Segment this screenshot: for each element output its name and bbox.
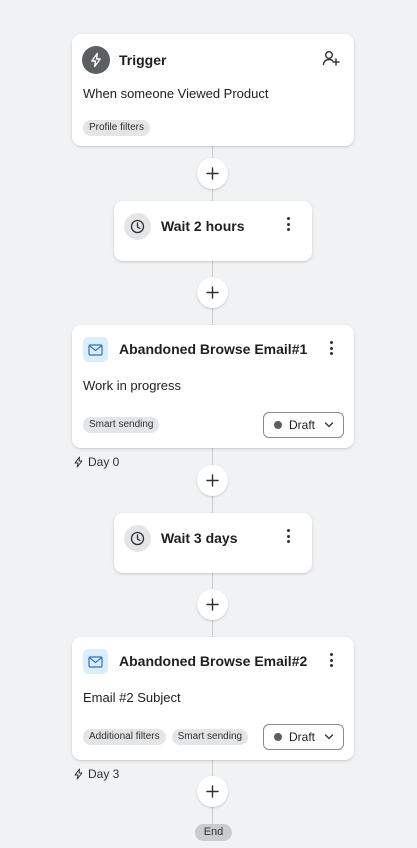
trigger-card[interactable]: Trigger When someone Viewed Product Prof… [72, 34, 354, 146]
mail-icon [83, 649, 108, 674]
mail-icon [83, 337, 108, 362]
add-step-button-2[interactable] [197, 277, 228, 308]
trigger-title: Trigger [119, 52, 167, 68]
plus-icon [206, 286, 219, 299]
clock-icon [124, 525, 151, 552]
status-dropdown-2[interactable]: Draft [263, 724, 344, 750]
day-text: Day 3 [88, 767, 120, 781]
status-dot [274, 733, 282, 741]
plus-icon [206, 598, 219, 611]
email-title-1: Abandoned Browse Email#1 [119, 341, 308, 357]
plus-icon [206, 167, 219, 180]
lightning-icon [82, 46, 110, 74]
add-step-button-1[interactable] [197, 158, 228, 189]
tag-smart-sending[interactable]: Smart sending [83, 417, 160, 433]
plus-icon [206, 785, 219, 798]
email-subject-1: Work in progress [83, 378, 182, 393]
more-options-icon[interactable] [280, 526, 296, 546]
more-options-icon[interactable] [323, 650, 339, 670]
add-person-icon[interactable] [322, 49, 340, 67]
end-node: End [195, 824, 232, 841]
plus-icon [206, 474, 219, 487]
status-dropdown-1[interactable]: Draft [263, 412, 344, 438]
wait-card-1[interactable]: Wait 2 hours [114, 201, 312, 261]
add-step-button-3[interactable] [197, 465, 228, 496]
day-label-2: Day 3 [73, 767, 119, 781]
tag-additional-filters[interactable]: Additional filters [83, 729, 166, 745]
day-text: Day 0 [88, 455, 120, 469]
wait-title-2: Wait 3 days [161, 530, 238, 546]
status-label: Draft [289, 730, 316, 744]
chevron-down-icon [324, 422, 334, 428]
more-options-icon[interactable] [323, 338, 339, 358]
add-step-button-5[interactable] [197, 776, 228, 807]
trigger-description: When someone Viewed Product [83, 86, 269, 101]
email-title-2: Abandoned Browse Email#2 [119, 653, 308, 669]
add-step-button-4[interactable] [197, 589, 228, 620]
email-tags-1: Smart sending [83, 417, 160, 433]
day-label-1: Day 0 [73, 455, 119, 469]
tag-smart-sending[interactable]: Smart sending [171, 729, 249, 745]
email-card-1[interactable]: Abandoned Browse Email#1 Work in progres… [72, 325, 354, 448]
lightning-icon [74, 456, 83, 468]
wait-title-1: Wait 2 hours [161, 218, 245, 234]
chevron-down-icon [324, 734, 334, 740]
email-card-2[interactable]: Abandoned Browse Email#2 Email #2 Subjec… [72, 637, 354, 760]
wait-card-2[interactable]: Wait 3 days [114, 513, 312, 573]
email-tags-2: Additional filters Smart sending [83, 729, 249, 745]
trigger-tags: Profile filters [83, 120, 151, 136]
tag-profile-filters[interactable]: Profile filters [83, 120, 151, 136]
email-subject-2: Email #2 Subject [83, 690, 181, 705]
status-label: Draft [289, 418, 316, 432]
status-dot [274, 421, 282, 429]
more-options-icon[interactable] [280, 214, 296, 234]
lightning-icon [74, 768, 83, 780]
clock-icon [124, 213, 151, 240]
